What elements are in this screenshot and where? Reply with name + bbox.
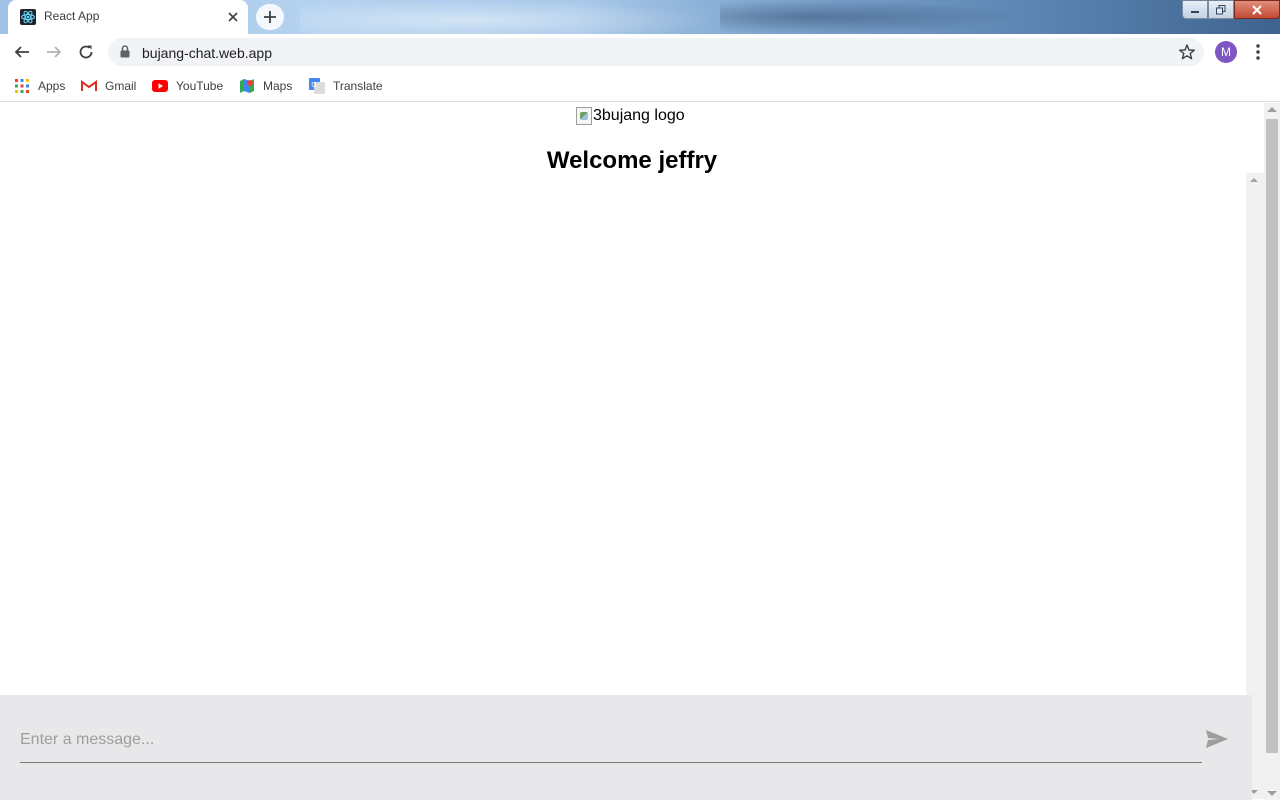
background-blur: [300, 0, 720, 34]
restore-button[interactable]: [1208, 0, 1234, 19]
scroll-up-arrow-icon[interactable]: [1267, 107, 1277, 113]
send-icon: [1206, 730, 1228, 748]
bookmarks-bar: Apps Gmail YouTube Maps G Translate: [0, 70, 1280, 102]
new-tab-button[interactable]: [256, 4, 284, 30]
bookmark-label: Maps: [263, 79, 293, 93]
forward-button[interactable]: [42, 40, 66, 64]
send-button[interactable]: [1204, 727, 1230, 751]
chat-page: 3bujang logo Welcome jeffry: [0, 103, 1264, 800]
bookmark-translate[interactable]: G Translate: [309, 76, 383, 96]
background-blur: [720, 0, 1020, 34]
broken-image-icon: [576, 107, 592, 125]
bookmark-label: Translate: [333, 79, 383, 93]
scrollbar-thumb[interactable]: [1266, 119, 1278, 753]
minimize-icon: [1191, 10, 1199, 13]
gmail-icon: [81, 78, 97, 94]
bookmark-label: YouTube: [176, 79, 224, 93]
message-composer: [0, 695, 1252, 800]
youtube-icon: [152, 78, 168, 94]
window-close-button[interactable]: [1234, 0, 1280, 19]
close-icon[interactable]: [224, 8, 242, 26]
browser-toolbar: bujang-chat.web.app M: [0, 34, 1280, 70]
welcome-heading: Welcome jeffry: [546, 147, 718, 174]
plus-icon: [264, 11, 276, 23]
app-logo: 3bujang logo: [576, 105, 685, 127]
tab-title: React App: [44, 9, 100, 23]
scroll-down-arrow-icon[interactable]: [1267, 790, 1277, 796]
reload-icon: [79, 45, 93, 59]
svg-text:G: G: [311, 81, 316, 89]
window-controls: [1182, 0, 1280, 20]
more-vert-icon[interactable]: [1250, 42, 1266, 62]
maps-icon: [239, 78, 255, 94]
profile-avatar[interactable]: M: [1215, 41, 1237, 63]
bookmark-label: Apps: [38, 79, 66, 93]
react-icon: [20, 9, 36, 25]
restore-icon: [1216, 4, 1226, 14]
reload-button[interactable]: [74, 40, 98, 64]
translate-icon: G: [309, 78, 325, 94]
apps-grid-icon: [14, 78, 30, 94]
close-icon: [1252, 4, 1262, 15]
back-button[interactable]: [10, 40, 34, 64]
arrow-right-icon: [47, 46, 62, 58]
arrow-left-icon: [14, 46, 29, 58]
bookmark-label: Gmail: [105, 79, 137, 93]
tab-react-app[interactable]: React App: [8, 0, 248, 34]
minimize-button[interactable]: [1182, 0, 1208, 19]
logo-alt-text: 3bujang logo: [593, 107, 685, 124]
address-bar[interactable]: bujang-chat.web.app: [108, 38, 1204, 66]
bookmark-apps[interactable]: Apps: [14, 76, 65, 96]
bookmark-maps[interactable]: Maps: [239, 76, 292, 96]
bookmark-star-icon[interactable]: [1178, 43, 1196, 61]
scroll-up-arrow-icon[interactable]: [1250, 177, 1258, 183]
url-text: bujang-chat.web.app: [142, 45, 272, 61]
page-scrollbar[interactable]: [1264, 103, 1280, 800]
bookmark-gmail[interactable]: Gmail: [81, 76, 136, 96]
message-input[interactable]: [20, 717, 1202, 763]
bookmark-youtube[interactable]: YouTube: [152, 76, 223, 96]
title-bar: React App: [0, 0, 1280, 34]
lock-icon: [120, 45, 130, 58]
